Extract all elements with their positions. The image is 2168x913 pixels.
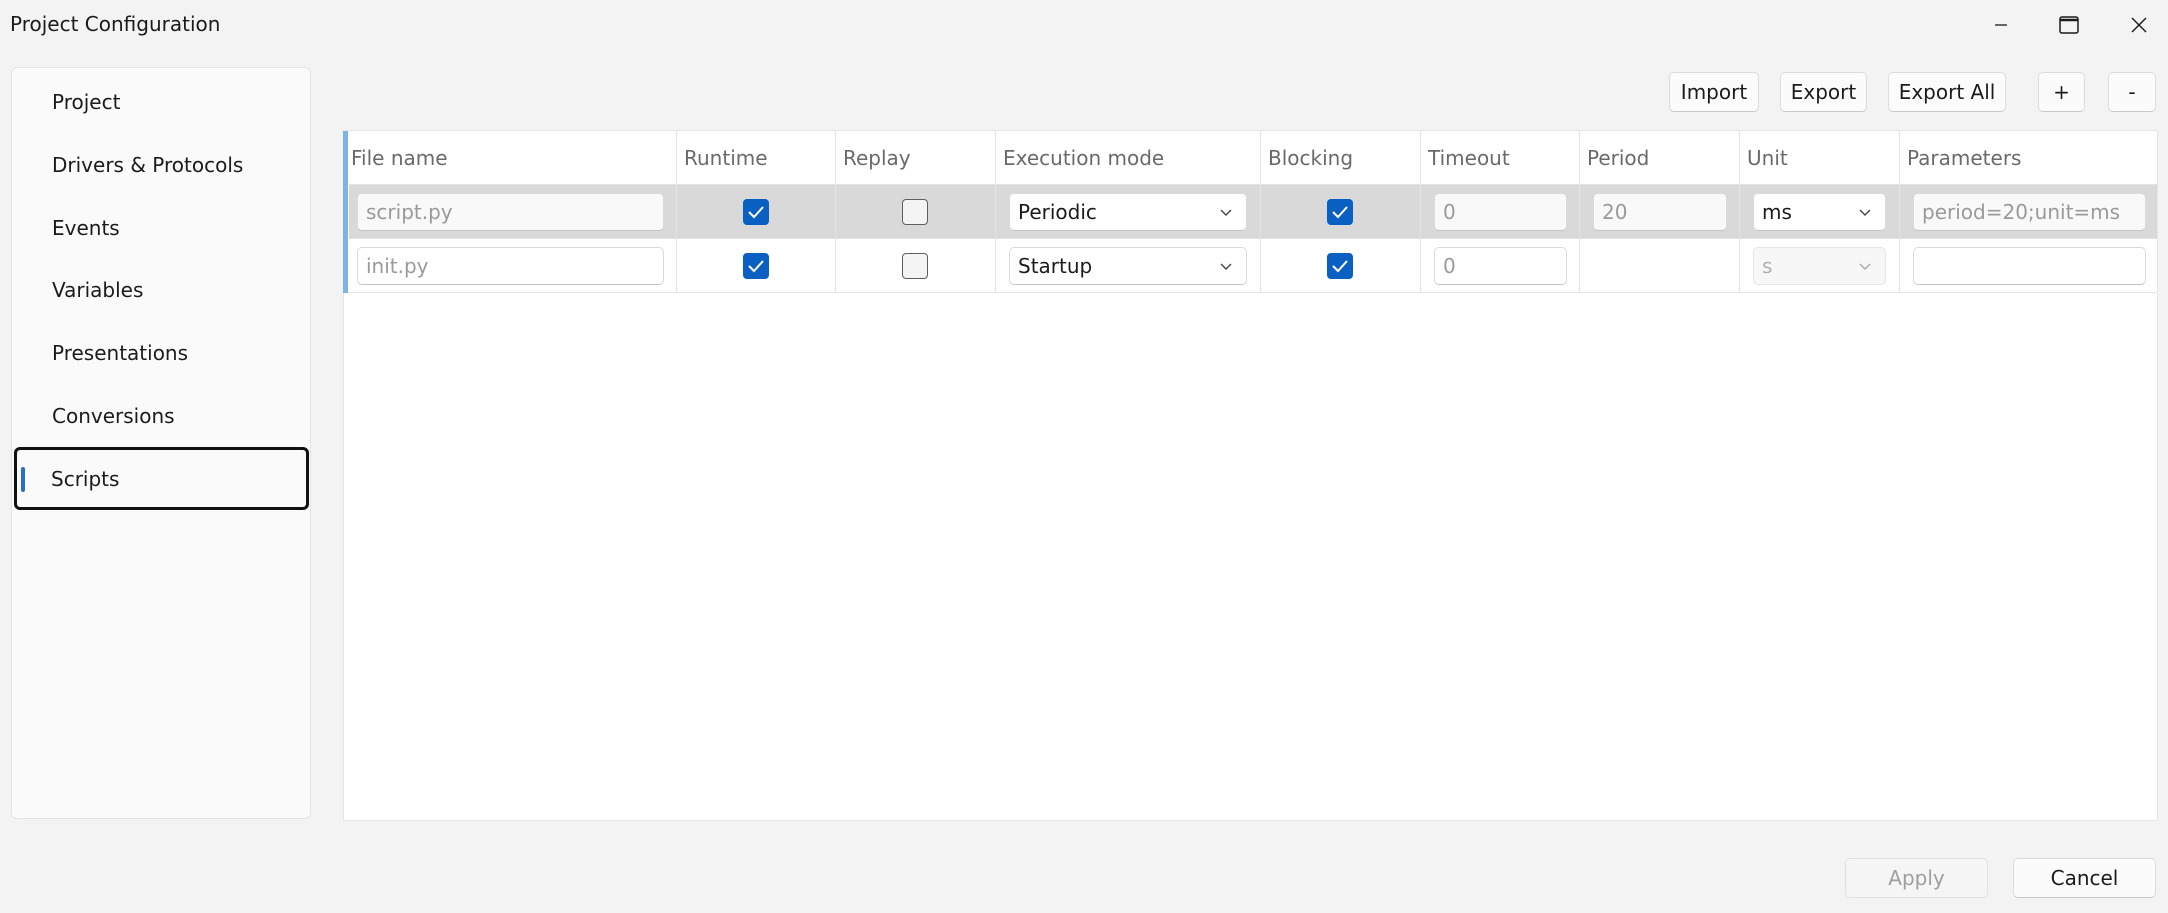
- sidebar-item-label: Presentations: [52, 341, 189, 365]
- grid-line: [676, 131, 677, 292]
- grid-line: [1739, 131, 1740, 292]
- period-field[interactable]: 20: [1593, 193, 1727, 231]
- chevron-down-icon: [1859, 209, 1871, 216]
- timeout-field[interactable]: 0: [1434, 247, 1567, 285]
- column-header-execution-mode[interactable]: Execution mode: [995, 131, 1260, 184]
- parameters-field[interactable]: [1913, 247, 2146, 285]
- sidebar-item-label: Scripts: [51, 466, 120, 491]
- parameters-field[interactable]: period=20;unit=ms: [1913, 193, 2146, 231]
- execution-mode-value: Startup: [1018, 254, 1093, 278]
- sidebar-item-presentations[interactable]: Presentations: [15, 324, 305, 382]
- runtime-checkbox[interactable]: [743, 253, 769, 279]
- chevron-down-icon: [1859, 263, 1871, 270]
- replay-checkbox[interactable]: [902, 253, 928, 279]
- file-name-field[interactable]: init.py: [357, 247, 664, 285]
- checkmark-icon: [748, 206, 764, 219]
- execution-mode-select[interactable]: Startup: [1009, 247, 1247, 285]
- column-header-period[interactable]: Period: [1579, 131, 1739, 184]
- column-header-replay[interactable]: Replay: [835, 131, 995, 184]
- replay-checkbox[interactable]: [902, 199, 928, 225]
- close-icon: [2131, 17, 2147, 33]
- export-button[interactable]: Export: [1780, 72, 1867, 112]
- runtime-checkbox[interactable]: [743, 199, 769, 225]
- grid-line: [995, 131, 996, 292]
- checkmark-icon: [748, 260, 764, 273]
- execution-mode-select[interactable]: Periodic: [1009, 193, 1247, 231]
- column-header-parameters[interactable]: Parameters: [1899, 131, 2157, 184]
- column-header-file-name[interactable]: File name: [343, 131, 676, 184]
- export-all-button[interactable]: Export All: [1888, 72, 2006, 112]
- blocking-checkbox[interactable]: [1327, 199, 1353, 225]
- maximize-icon: [2059, 16, 2079, 34]
- add-row-button[interactable]: +: [2038, 72, 2085, 112]
- execution-mode-value: Periodic: [1018, 200, 1097, 224]
- apply-button[interactable]: Apply: [1845, 858, 1988, 898]
- window-title: Project Configuration: [10, 12, 221, 36]
- blocking-checkbox[interactable]: [1327, 253, 1353, 279]
- sidebar-item-drivers-protocols[interactable]: Drivers & Protocols: [15, 136, 305, 194]
- sidebar-item-project[interactable]: Project: [15, 73, 305, 131]
- grid-line: [1420, 131, 1421, 292]
- import-button[interactable]: Import: [1669, 72, 1759, 112]
- sidebar-item-label: Conversions: [52, 404, 175, 428]
- column-header-timeout[interactable]: Timeout: [1420, 131, 1579, 184]
- close-button[interactable]: [2106, 0, 2168, 50]
- title-bar: Project Configuration: [0, 0, 2168, 50]
- remove-row-button[interactable]: -: [2108, 72, 2156, 112]
- sidebar-item-conversions[interactable]: Conversions: [15, 387, 305, 445]
- unit-select: s: [1753, 247, 1886, 285]
- sidebar-item-label: Events: [52, 216, 120, 240]
- minimize-icon: [1995, 24, 2007, 26]
- sidebar-item-label: Variables: [52, 278, 144, 302]
- grid-line: [1260, 131, 1261, 292]
- column-header-runtime[interactable]: Runtime: [676, 131, 835, 184]
- file-name-field[interactable]: script.py: [357, 193, 664, 231]
- selection-indicator: [21, 467, 25, 492]
- grid-line: [835, 131, 836, 292]
- grid-line: [349, 184, 2157, 185]
- grid-line: [349, 292, 2157, 293]
- sidebar-item-variables[interactable]: Variables: [15, 261, 305, 319]
- checkmark-icon: [1332, 260, 1348, 273]
- timeout-field[interactable]: 0: [1434, 193, 1567, 231]
- sidebar-item-scripts[interactable]: Scripts: [14, 447, 309, 510]
- unit-value: ms: [1762, 200, 1792, 224]
- column-header-unit[interactable]: Unit: [1739, 131, 1899, 184]
- column-header-blocking[interactable]: Blocking: [1260, 131, 1420, 184]
- unit-select[interactable]: ms: [1753, 193, 1886, 231]
- grid-line: [1899, 131, 1900, 292]
- minimize-button[interactable]: [1968, 0, 2034, 50]
- sidebar-item-label: Project: [52, 90, 121, 114]
- sidebar-item-label: Drivers & Protocols: [52, 153, 244, 177]
- checkmark-icon: [1332, 206, 1348, 219]
- maximize-button[interactable]: [2036, 0, 2102, 50]
- grid-line: [1579, 131, 1580, 292]
- sidebar-item-events[interactable]: Events: [15, 199, 305, 257]
- unit-value: s: [1762, 254, 1773, 278]
- chevron-down-icon: [1220, 263, 1232, 270]
- chevron-down-icon: [1220, 209, 1232, 216]
- cancel-button[interactable]: Cancel: [2013, 858, 2156, 898]
- grid-line: [349, 238, 2157, 239]
